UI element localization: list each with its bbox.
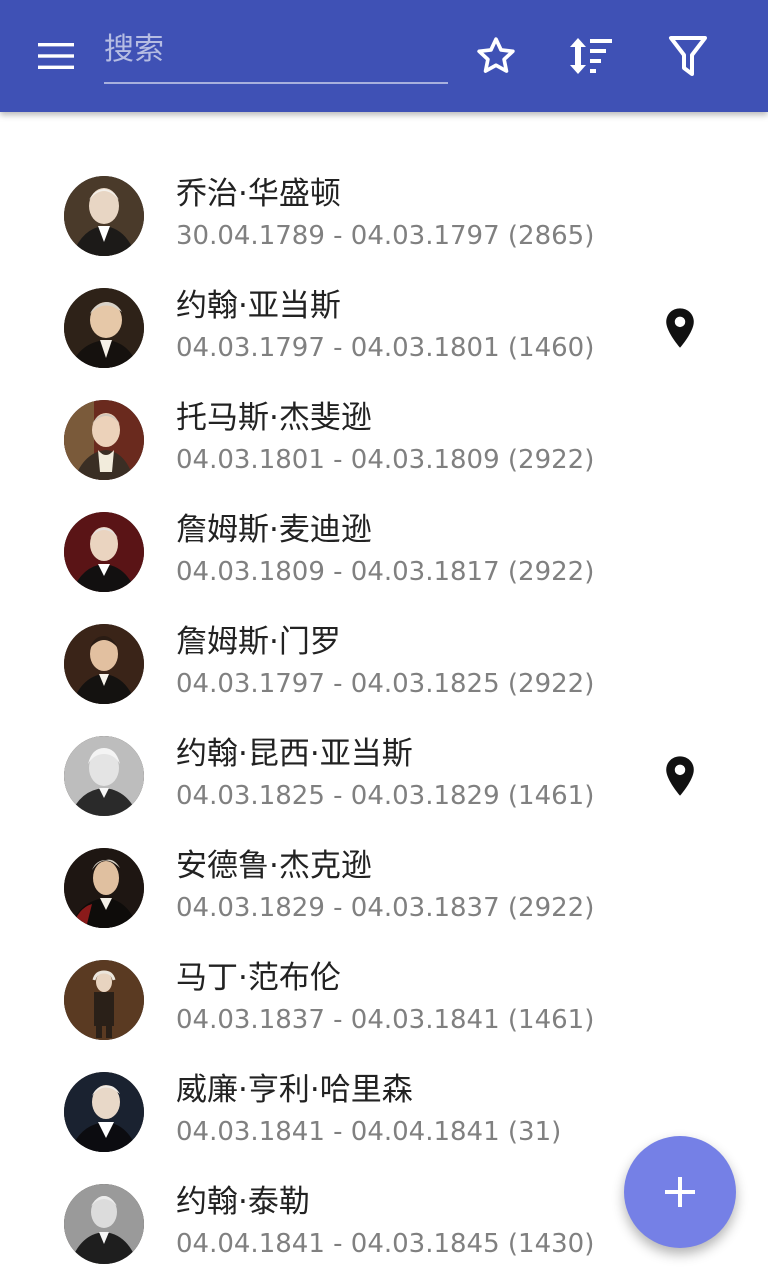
term-dates: 30.04.1789 - 04.03.1797 (2865) (176, 221, 595, 251)
list-item[interactable]: 约翰·亚当斯 04.03.1797 - 04.03.1801 (1460) (0, 272, 768, 384)
search-input[interactable] (104, 22, 448, 76)
location-pin-icon[interactable] (656, 744, 704, 808)
avatar (64, 400, 144, 480)
president-name: 威廉·亨利·哈里森 (176, 1072, 413, 1108)
menu-button[interactable] (24, 24, 88, 88)
president-name: 安德鲁·杰克逊 (176, 848, 372, 884)
avatar (64, 848, 144, 928)
avatar (64, 288, 144, 368)
list-item[interactable]: 安德鲁·杰克逊 04.03.1829 - 04.03.1837 (2922) (0, 832, 768, 944)
sort-icon (570, 38, 612, 74)
plus-icon (665, 1177, 695, 1207)
term-dates: 04.03.1809 - 04.03.1817 (2922) (176, 557, 595, 587)
president-name: 詹姆斯·门罗 (176, 624, 341, 660)
avatar (64, 736, 144, 816)
avatar (64, 960, 144, 1040)
sort-button[interactable] (560, 24, 624, 88)
avatar (64, 512, 144, 592)
filter-button[interactable] (656, 24, 720, 88)
star-outline-icon (477, 37, 515, 73)
president-name: 约翰·亚当斯 (176, 288, 341, 324)
term-dates: 04.03.1825 - 04.03.1829 (1461) (176, 781, 595, 811)
filter-icon (669, 36, 707, 76)
favorites-button[interactable] (464, 24, 528, 88)
avatar (64, 624, 144, 704)
term-dates: 04.04.1841 - 04.03.1845 (1430) (176, 1229, 595, 1259)
term-dates: 04.03.1837 - 04.03.1841 (1461) (176, 1005, 595, 1035)
term-dates: 04.03.1841 - 04.04.1841 (31) (176, 1117, 562, 1147)
term-dates: 04.03.1797 - 04.03.1825 (2922) (176, 669, 595, 699)
president-name: 马丁·范布伦 (176, 960, 341, 996)
list-item[interactable]: 乔治·华盛顿 30.04.1789 - 04.03.1797 (2865) (0, 160, 768, 272)
term-dates: 04.03.1829 - 04.03.1837 (2922) (176, 893, 595, 923)
president-name: 托马斯·杰斐逊 (176, 400, 372, 436)
president-name: 詹姆斯·麦迪逊 (176, 512, 372, 548)
term-dates: 04.03.1801 - 04.03.1809 (2922) (176, 445, 595, 475)
avatar (64, 176, 144, 256)
add-button[interactable] (624, 1136, 736, 1248)
term-dates: 04.03.1797 - 04.03.1801 (1460) (176, 333, 595, 363)
app-bar (0, 0, 768, 112)
search-field (104, 22, 448, 84)
avatar (64, 1072, 144, 1152)
president-list: 乔治·华盛顿 30.04.1789 - 04.03.1797 (2865) 约翰… (0, 160, 768, 1280)
list-item[interactable]: 托马斯·杰斐逊 04.03.1801 - 04.03.1809 (2922) (0, 384, 768, 496)
avatar (64, 1184, 144, 1264)
president-name: 约翰·昆西·亚当斯 (176, 736, 413, 772)
list-item[interactable]: 马丁·范布伦 04.03.1837 - 04.03.1841 (1461) (0, 944, 768, 1056)
list-item[interactable]: 约翰·昆西·亚当斯 04.03.1825 - 04.03.1829 (1461) (0, 720, 768, 832)
president-name: 约翰·泰勒 (176, 1184, 310, 1220)
list-item[interactable]: 詹姆斯·门罗 04.03.1797 - 04.03.1825 (2922) (0, 608, 768, 720)
list-item[interactable]: 詹姆斯·麦迪逊 04.03.1809 - 04.03.1817 (2922) (0, 496, 768, 608)
president-name: 乔治·华盛顿 (176, 176, 341, 212)
location-pin-icon[interactable] (656, 296, 704, 360)
menu-icon (38, 43, 74, 69)
